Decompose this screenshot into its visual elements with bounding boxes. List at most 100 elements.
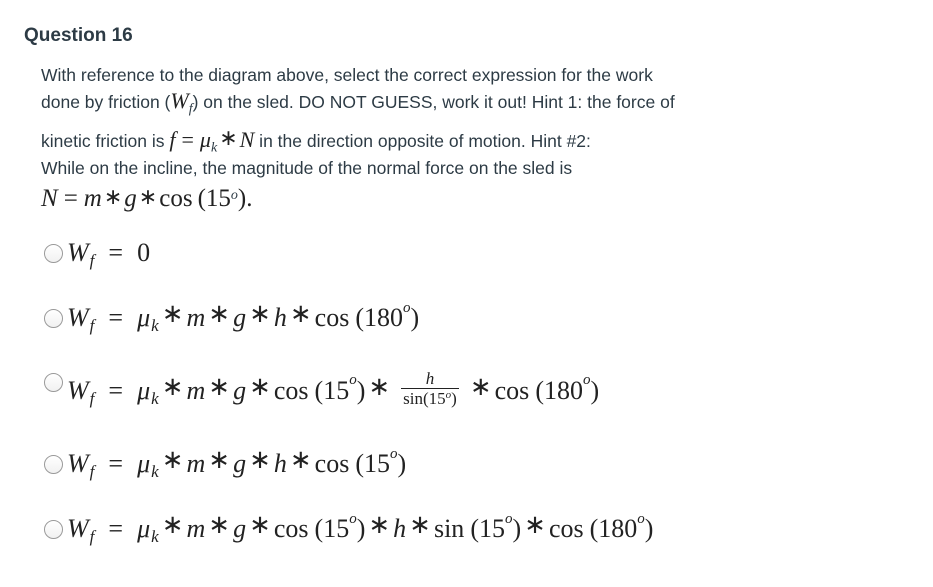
math-times: ∗ xyxy=(469,371,492,401)
math-paren: ) xyxy=(410,303,420,332)
math-sin: sin xyxy=(433,514,465,543)
answer-option-a[interactable]: Wf = 0 xyxy=(44,238,151,270)
math-mu: μ xyxy=(137,375,151,405)
math-paren: ) xyxy=(644,514,654,543)
math-zero: 0 xyxy=(137,238,151,267)
text-fragment: in the direction opposite of motion. Hin… xyxy=(254,130,591,151)
math-W: W xyxy=(67,375,89,405)
math-mu: μ xyxy=(137,303,151,332)
math-angle: 15 xyxy=(323,514,350,543)
radio-button[interactable] xyxy=(44,243,63,263)
math-m: m xyxy=(186,303,206,332)
answer-expression: Wf = μk ∗ m ∗ g ∗ h ∗ cos (15 o) xyxy=(67,445,406,481)
answer-option-c[interactable]: Wf = μk ∗ m ∗ g ∗ cos (15 o) ∗ h sin(15o) ∗ c… xyxy=(44,370,599,411)
math-times: ∗ xyxy=(249,371,271,401)
math-paren: ) xyxy=(451,389,457,408)
math-times: ∗ xyxy=(249,445,271,474)
text-fragment: ) on the sled. DO NOT GUESS, work it out… xyxy=(192,92,675,112)
math-paren: ( xyxy=(535,375,544,405)
math-degree: o xyxy=(637,510,645,527)
math-angle: 180 xyxy=(598,514,638,543)
answer-option-d[interactable]: Wf = μk ∗ m ∗ g ∗ h ∗ cos (15 o) xyxy=(44,445,406,481)
math-times: ∗ xyxy=(208,299,231,328)
math-cos: cos xyxy=(273,375,309,405)
math-times: ∗ xyxy=(289,299,312,328)
math-normal: N xyxy=(239,126,255,152)
answer-expression: Wf = μk ∗ m ∗ g ∗ cos (15 o) ∗ h ∗ sin (15 o) ∗… xyxy=(67,510,654,546)
math-times: ∗ xyxy=(219,124,238,150)
math-friction-f: f xyxy=(169,126,176,152)
math-W: W xyxy=(67,303,89,332)
answer-option-b[interactable]: Wf = μk ∗ m ∗ g ∗ h ∗ cos (180 o) xyxy=(44,299,420,335)
math-degree: o xyxy=(582,372,591,388)
math-sub-k: k xyxy=(151,316,159,335)
math-times: ∗ xyxy=(249,299,271,328)
radio-button[interactable] xyxy=(44,454,63,474)
math-times: ∗ xyxy=(161,371,184,401)
math-mu: μ xyxy=(137,514,151,543)
math-sub-f: f xyxy=(89,462,95,481)
math-paren: ) xyxy=(512,514,522,543)
math-times: ∗ xyxy=(208,510,231,539)
math-cos: cos xyxy=(314,449,350,478)
question-line-1: With reference to the diagram above, sel… xyxy=(41,65,653,85)
math-sin: sin(15 xyxy=(403,389,446,408)
question-line-4: While on the incline, the magnitude of t… xyxy=(41,158,573,178)
math-times: ∗ xyxy=(524,510,546,539)
question-title: Question 16 xyxy=(24,25,133,46)
math-sub-f: f xyxy=(89,316,95,335)
normal-force-equation: N = m∗g∗cos (15o). xyxy=(41,183,801,213)
math-m: m xyxy=(83,184,102,212)
math-times: ∗ xyxy=(409,510,431,539)
math-m: m xyxy=(186,375,206,405)
math-paren: ( xyxy=(355,303,364,332)
math-h: h xyxy=(273,303,287,332)
math-times: ∗ xyxy=(289,445,312,474)
question-line-2: done by friction (Wf) on the sled. DO NO… xyxy=(41,88,801,123)
radio-button[interactable] xyxy=(44,373,63,392)
math-paren: ( xyxy=(314,375,324,405)
text-fragment: kinetic friction is xyxy=(41,130,170,151)
math-angle: 15 xyxy=(478,514,505,543)
math-g: g xyxy=(124,184,137,212)
math-cos: cos xyxy=(159,184,193,212)
answer-expression: Wf = 0 xyxy=(67,238,151,270)
math-equals: = xyxy=(108,449,124,478)
math-paren: ) xyxy=(356,514,366,543)
radio-button[interactable] xyxy=(44,519,63,539)
math-m: m xyxy=(186,449,206,478)
math-paren: ( xyxy=(197,184,206,212)
math-degree: o xyxy=(390,445,398,462)
math-paren: ( xyxy=(355,449,364,478)
math-times: ∗ xyxy=(249,510,271,539)
answer-expression: Wf = μk ∗ m ∗ g ∗ cos (15 o) ∗ h sin(15o) ∗ c… xyxy=(67,370,599,411)
math-period: . xyxy=(246,184,253,212)
math-times: ∗ xyxy=(103,183,123,209)
math-h: h xyxy=(273,449,287,478)
math-degree: o xyxy=(230,188,238,203)
answer-option-e[interactable]: Wf = μk ∗ m ∗ g ∗ cos (15 o) ∗ h ∗ sin (15 o) ∗… xyxy=(44,510,654,546)
math-degree: o xyxy=(349,510,357,527)
math-g: g xyxy=(233,449,247,478)
math-W: W xyxy=(67,449,89,478)
math-equals: = xyxy=(108,375,124,405)
math-paren: ( xyxy=(470,514,479,543)
math-times: ∗ xyxy=(161,510,184,539)
math-cos: cos xyxy=(314,303,350,332)
math-g: g xyxy=(233,303,247,332)
math-angle: 15 xyxy=(205,184,231,212)
math-N: N xyxy=(41,184,58,212)
math-times: ∗ xyxy=(208,445,231,474)
math-angle: 15 xyxy=(364,449,390,478)
math-equals: = xyxy=(108,238,124,267)
fraction-numerator: h xyxy=(425,369,435,388)
math-equals: = xyxy=(63,184,78,212)
question-text: With reference to the diagram above, sel… xyxy=(41,62,801,213)
math-angle: 180 xyxy=(543,375,583,405)
math-work-symbol: W xyxy=(170,88,189,113)
math-times: ∗ xyxy=(138,183,158,209)
math-paren: ( xyxy=(589,514,599,543)
math-W: W xyxy=(67,238,89,267)
radio-button[interactable] xyxy=(44,308,63,328)
math-sub-f: f xyxy=(89,527,95,546)
